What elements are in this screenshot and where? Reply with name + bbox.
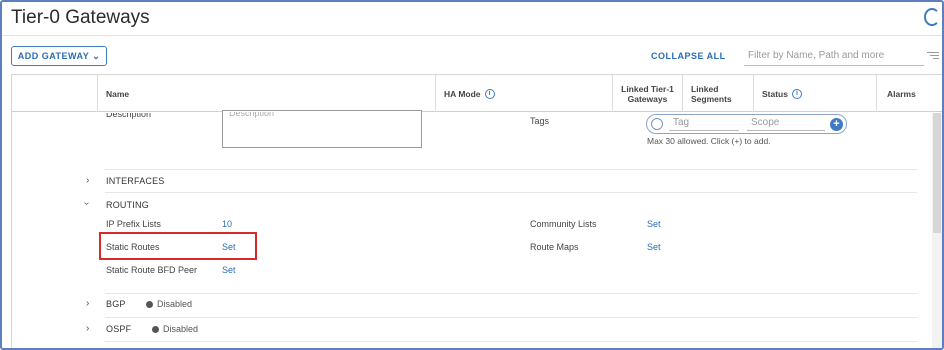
app-frame: Tier-0 Gateways ADD GATEWAY ⌄ COLLAPSE A… <box>0 0 944 350</box>
refresh-icon[interactable] <box>924 8 940 26</box>
header-divider <box>2 35 942 36</box>
section-routing[interactable]: ROUTING <box>106 200 149 210</box>
community-lists-label: Community Lists <box>530 219 597 229</box>
column-linked-segments-line1: Linked <box>691 84 719 94</box>
row-divider <box>105 317 917 318</box>
ospf-status: Disabled <box>152 324 198 334</box>
table-header: Name HA Mode i Linked Tier-1 Gateways Li… <box>12 75 942 112</box>
column-status[interactable]: Status i <box>753 75 876 112</box>
tags-hint: Max 30 allowed. Click (+) to add. <box>647 136 771 146</box>
bgp-status-label: Disabled <box>157 299 193 309</box>
description-placeholder: Description <box>229 108 275 118</box>
collapse-all-button[interactable]: COLLAPSE ALL <box>651 51 726 61</box>
ip-prefix-lists-label: IP Prefix Lists <box>106 219 161 229</box>
scope-field[interactable]: Scope <box>747 117 825 131</box>
add-tag-icon[interactable]: + <box>830 118 843 131</box>
community-lists-link[interactable]: Set <box>647 219 661 229</box>
add-gateway-label: ADD GATEWAY <box>17 51 90 61</box>
tag-field[interactable]: Tag <box>669 117 739 131</box>
status-dot-icon <box>152 326 159 333</box>
chevron-right-icon[interactable]: › <box>86 175 89 186</box>
column-name-label: Name <box>106 88 130 99</box>
add-gateway-button[interactable]: ADD GATEWAY ⌄ <box>11 46 107 66</box>
description-textarea[interactable]: Description <box>222 110 422 148</box>
tags-label: Tags <box>530 116 550 126</box>
chevron-down-icon[interactable]: › <box>81 202 92 205</box>
tags-input[interactable]: Tag Scope + <box>646 114 847 134</box>
route-maps-link[interactable]: Set <box>647 242 661 252</box>
column-linked-segments[interactable]: Linked Segments <box>682 75 753 112</box>
section-bgp[interactable]: BGP <box>106 299 126 309</box>
ip-prefix-lists-link[interactable]: 10 <box>222 219 232 229</box>
filter-input[interactable] <box>744 46 924 66</box>
filter-menu-icon[interactable] <box>927 52 939 61</box>
tag-icon <box>651 118 663 130</box>
gateways-table: Name HA Mode i Linked Tier-1 Gateways Li… <box>11 74 942 348</box>
chevron-right-icon[interactable]: › <box>86 298 89 309</box>
info-icon[interactable]: i <box>484 88 495 99</box>
scrollbar-thumb[interactable] <box>933 113 941 233</box>
column-alarms-label: Alarms <box>887 88 916 99</box>
static-routes-highlight <box>99 232 257 260</box>
chevron-right-icon[interactable]: › <box>86 323 89 334</box>
row-divider <box>105 192 917 193</box>
column-alarms[interactable]: Alarms <box>876 75 942 112</box>
row-divider <box>105 293 917 294</box>
column-ha-mode[interactable]: HA Mode i <box>435 75 613 112</box>
row-divider <box>105 341 917 342</box>
table-scrollbar[interactable] <box>932 113 942 348</box>
route-maps-label: Route Maps <box>530 242 579 252</box>
column-ha-mode-label: HA Mode <box>444 88 481 99</box>
column-linked-segments-line2: Segments <box>691 94 732 104</box>
static-route-bfd-label: Static Route BFD Peer <box>106 265 198 275</box>
column-name[interactable]: Name <box>97 75 437 112</box>
bgp-status: Disabled <box>146 299 192 309</box>
column-linked-tier1-line1: Linked Tier-1 <box>621 84 674 94</box>
info-icon[interactable]: i <box>791 88 802 99</box>
section-interfaces[interactable]: INTERFACES <box>106 176 165 186</box>
column-linked-tier1[interactable]: Linked Tier-1 Gateways <box>612 75 682 112</box>
column-status-label: Status <box>762 88 788 99</box>
row-divider <box>105 169 917 170</box>
chevron-down-icon: ⌄ <box>92 50 101 61</box>
status-dot-icon <box>146 301 153 308</box>
page-title: Tier-0 Gateways <box>11 7 150 28</box>
column-linked-tier1-line2: Gateways <box>627 94 668 104</box>
static-route-bfd-link[interactable]: Set <box>222 265 236 275</box>
ospf-status-label: Disabled <box>163 324 199 334</box>
section-ospf[interactable]: OSPF <box>106 324 131 334</box>
